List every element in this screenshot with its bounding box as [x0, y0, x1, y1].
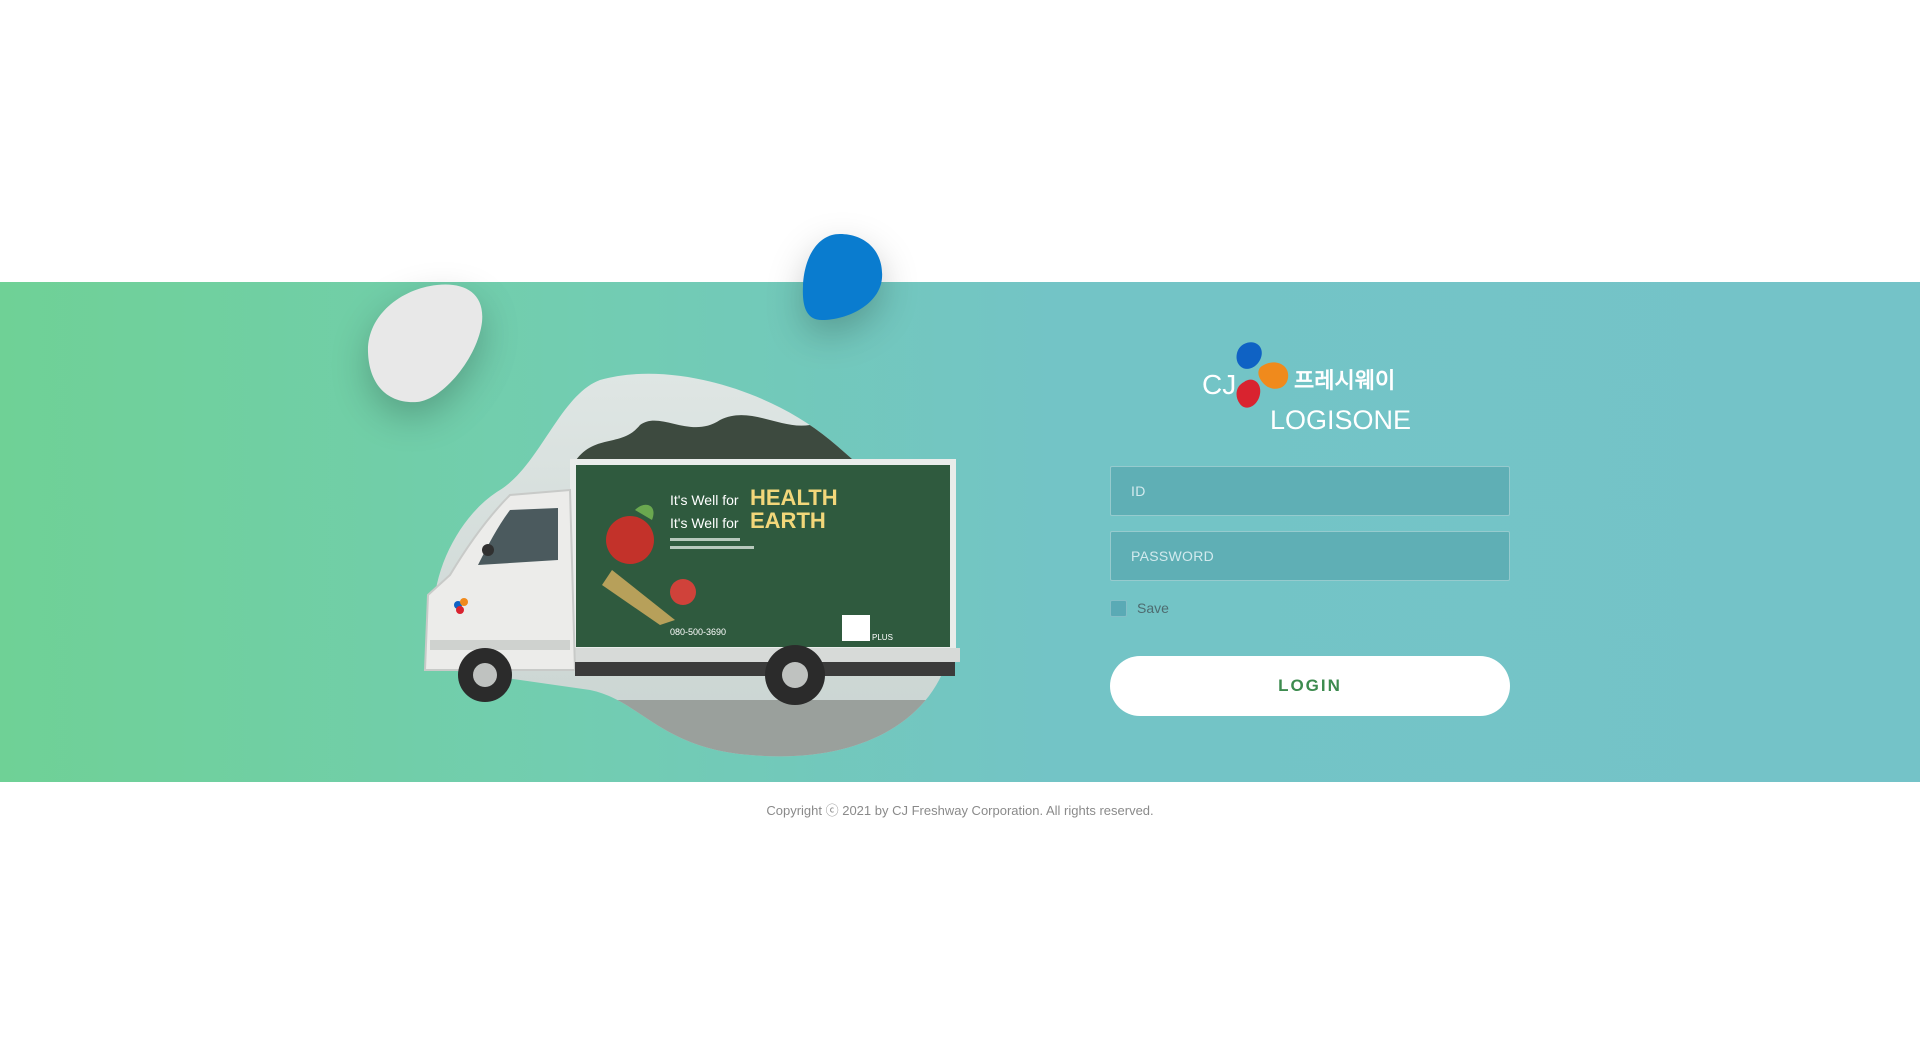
logo-product-text: LOGISONE [1270, 405, 1411, 435]
login-button[interactable]: LOGIN [1110, 656, 1510, 716]
truck-headline-1-word: HEALTH [750, 485, 838, 510]
logo-petal-red [1236, 379, 1261, 408]
save-checkbox[interactable] [1110, 599, 1127, 617]
logo-petal-blue [1236, 342, 1262, 369]
truck: It's Well for HEALTH It's Well for EARTH… [423, 459, 960, 705]
hero-truck-image: It's Well for HEALTH It's Well for EARTH… [423, 373, 960, 757]
save-label: Save [1137, 600, 1169, 616]
logo-korean-text: 프레시웨이 [1294, 369, 1395, 394]
brand-logo: CJ 프레시웨이 LOGISONE [1200, 338, 1420, 438]
truck-badge: PLUS [872, 633, 893, 642]
logo-mark: CJ 프레시웨이 LOGISONE [1202, 342, 1411, 435]
copyright-text: Copyright ⓒ 2021 by CJ Freshway Corporat… [766, 803, 1154, 818]
save-option: Save [1110, 598, 1510, 618]
login-page: It's Well for HEALTH It's Well for EARTH… [0, 0, 1920, 1050]
decorative-blob-blue [802, 234, 883, 320]
password-input[interactable] [1110, 531, 1510, 581]
login-panel: CJ 프레시웨이 LOGISONE Save LOGIN [1110, 338, 1510, 716]
id-input[interactable] [1110, 466, 1510, 516]
truck-headline-2-prefix: It's Well for [670, 515, 739, 531]
truck-headline-2-word: EARTH [750, 508, 826, 533]
truck-phone: 080-500-3690 [670, 627, 726, 637]
logo-brand-text: CJ [1202, 369, 1236, 400]
logo-petal-orange [1258, 362, 1289, 389]
truck-headline-1-prefix: It's Well for [670, 492, 739, 508]
